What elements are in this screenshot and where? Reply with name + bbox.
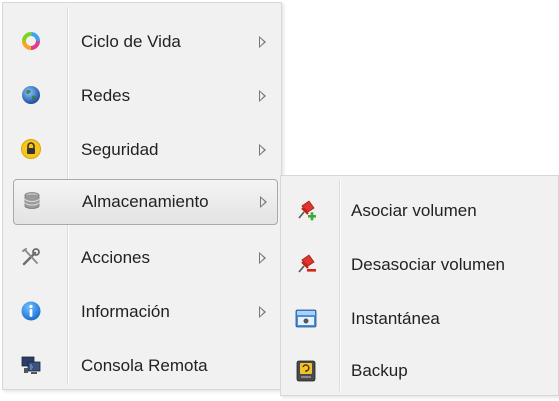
menu-item-label: Redes (81, 86, 131, 105)
menu-item-ciclo-de-vida[interactable]: Ciclo de Vida (11, 19, 277, 63)
submenu-item-backup[interactable]: Backup (285, 344, 555, 396)
menu-item-consola-remota[interactable]: Consola Remota (11, 343, 277, 387)
submenu-item-asociar-volumen[interactable]: Asociar volumen (285, 184, 555, 236)
menu-item-label: Acciones (81, 248, 150, 267)
submenu-item-desasociar-volumen[interactable]: Desasociar volumen (285, 238, 555, 290)
submenu-arrow-icon (260, 196, 267, 208)
menu-item-acciones[interactable]: Acciones (11, 235, 277, 279)
submenu-arrow-icon (259, 306, 266, 318)
submenu-item-label: Desasociar volumen (351, 255, 506, 274)
menu-item-label: Ciclo de Vida (81, 32, 181, 51)
menu-item-label: Información (81, 302, 170, 321)
submenu-arrow-icon (259, 144, 266, 156)
menu-item-almacenamiento[interactable]: Almacenamiento (13, 179, 278, 225)
snapshot-icon (293, 306, 319, 332)
menu-item-seguridad[interactable]: Seguridad (11, 127, 277, 171)
menu-item-label: Seguridad (81, 140, 159, 159)
globe-icon (21, 85, 41, 105)
menu-item-redes[interactable]: Redes (11, 73, 277, 117)
lock-icon (21, 139, 41, 159)
menu-item-label: Almacenamiento (82, 192, 209, 211)
context-menu: Ciclo de Vida Redes Seguridad Almacenami… (2, 2, 282, 390)
storage-submenu: Asociar volumen Desasociar volumen Insta… (280, 175, 559, 396)
storage-icon (22, 191, 42, 211)
submenu-arrow-icon (259, 36, 266, 48)
backup-icon (293, 358, 319, 384)
console-icon (21, 355, 41, 375)
submenu-item-label: Asociar volumen (351, 201, 477, 220)
pin-add-icon (293, 198, 319, 224)
submenu-arrow-icon (259, 252, 266, 264)
lifecycle-icon (21, 31, 41, 51)
submenu-item-label: Backup (351, 361, 408, 380)
info-icon (21, 301, 41, 321)
submenu-item-instantanea[interactable]: Instantánea (285, 292, 555, 344)
tools-icon (21, 247, 41, 267)
submenu-item-label: Instantánea (351, 309, 440, 328)
menu-item-label: Consola Remota (81, 356, 208, 375)
submenu-arrow-icon (259, 90, 266, 102)
menu-item-informacion[interactable]: Información (11, 289, 277, 333)
pin-remove-icon (293, 252, 319, 278)
